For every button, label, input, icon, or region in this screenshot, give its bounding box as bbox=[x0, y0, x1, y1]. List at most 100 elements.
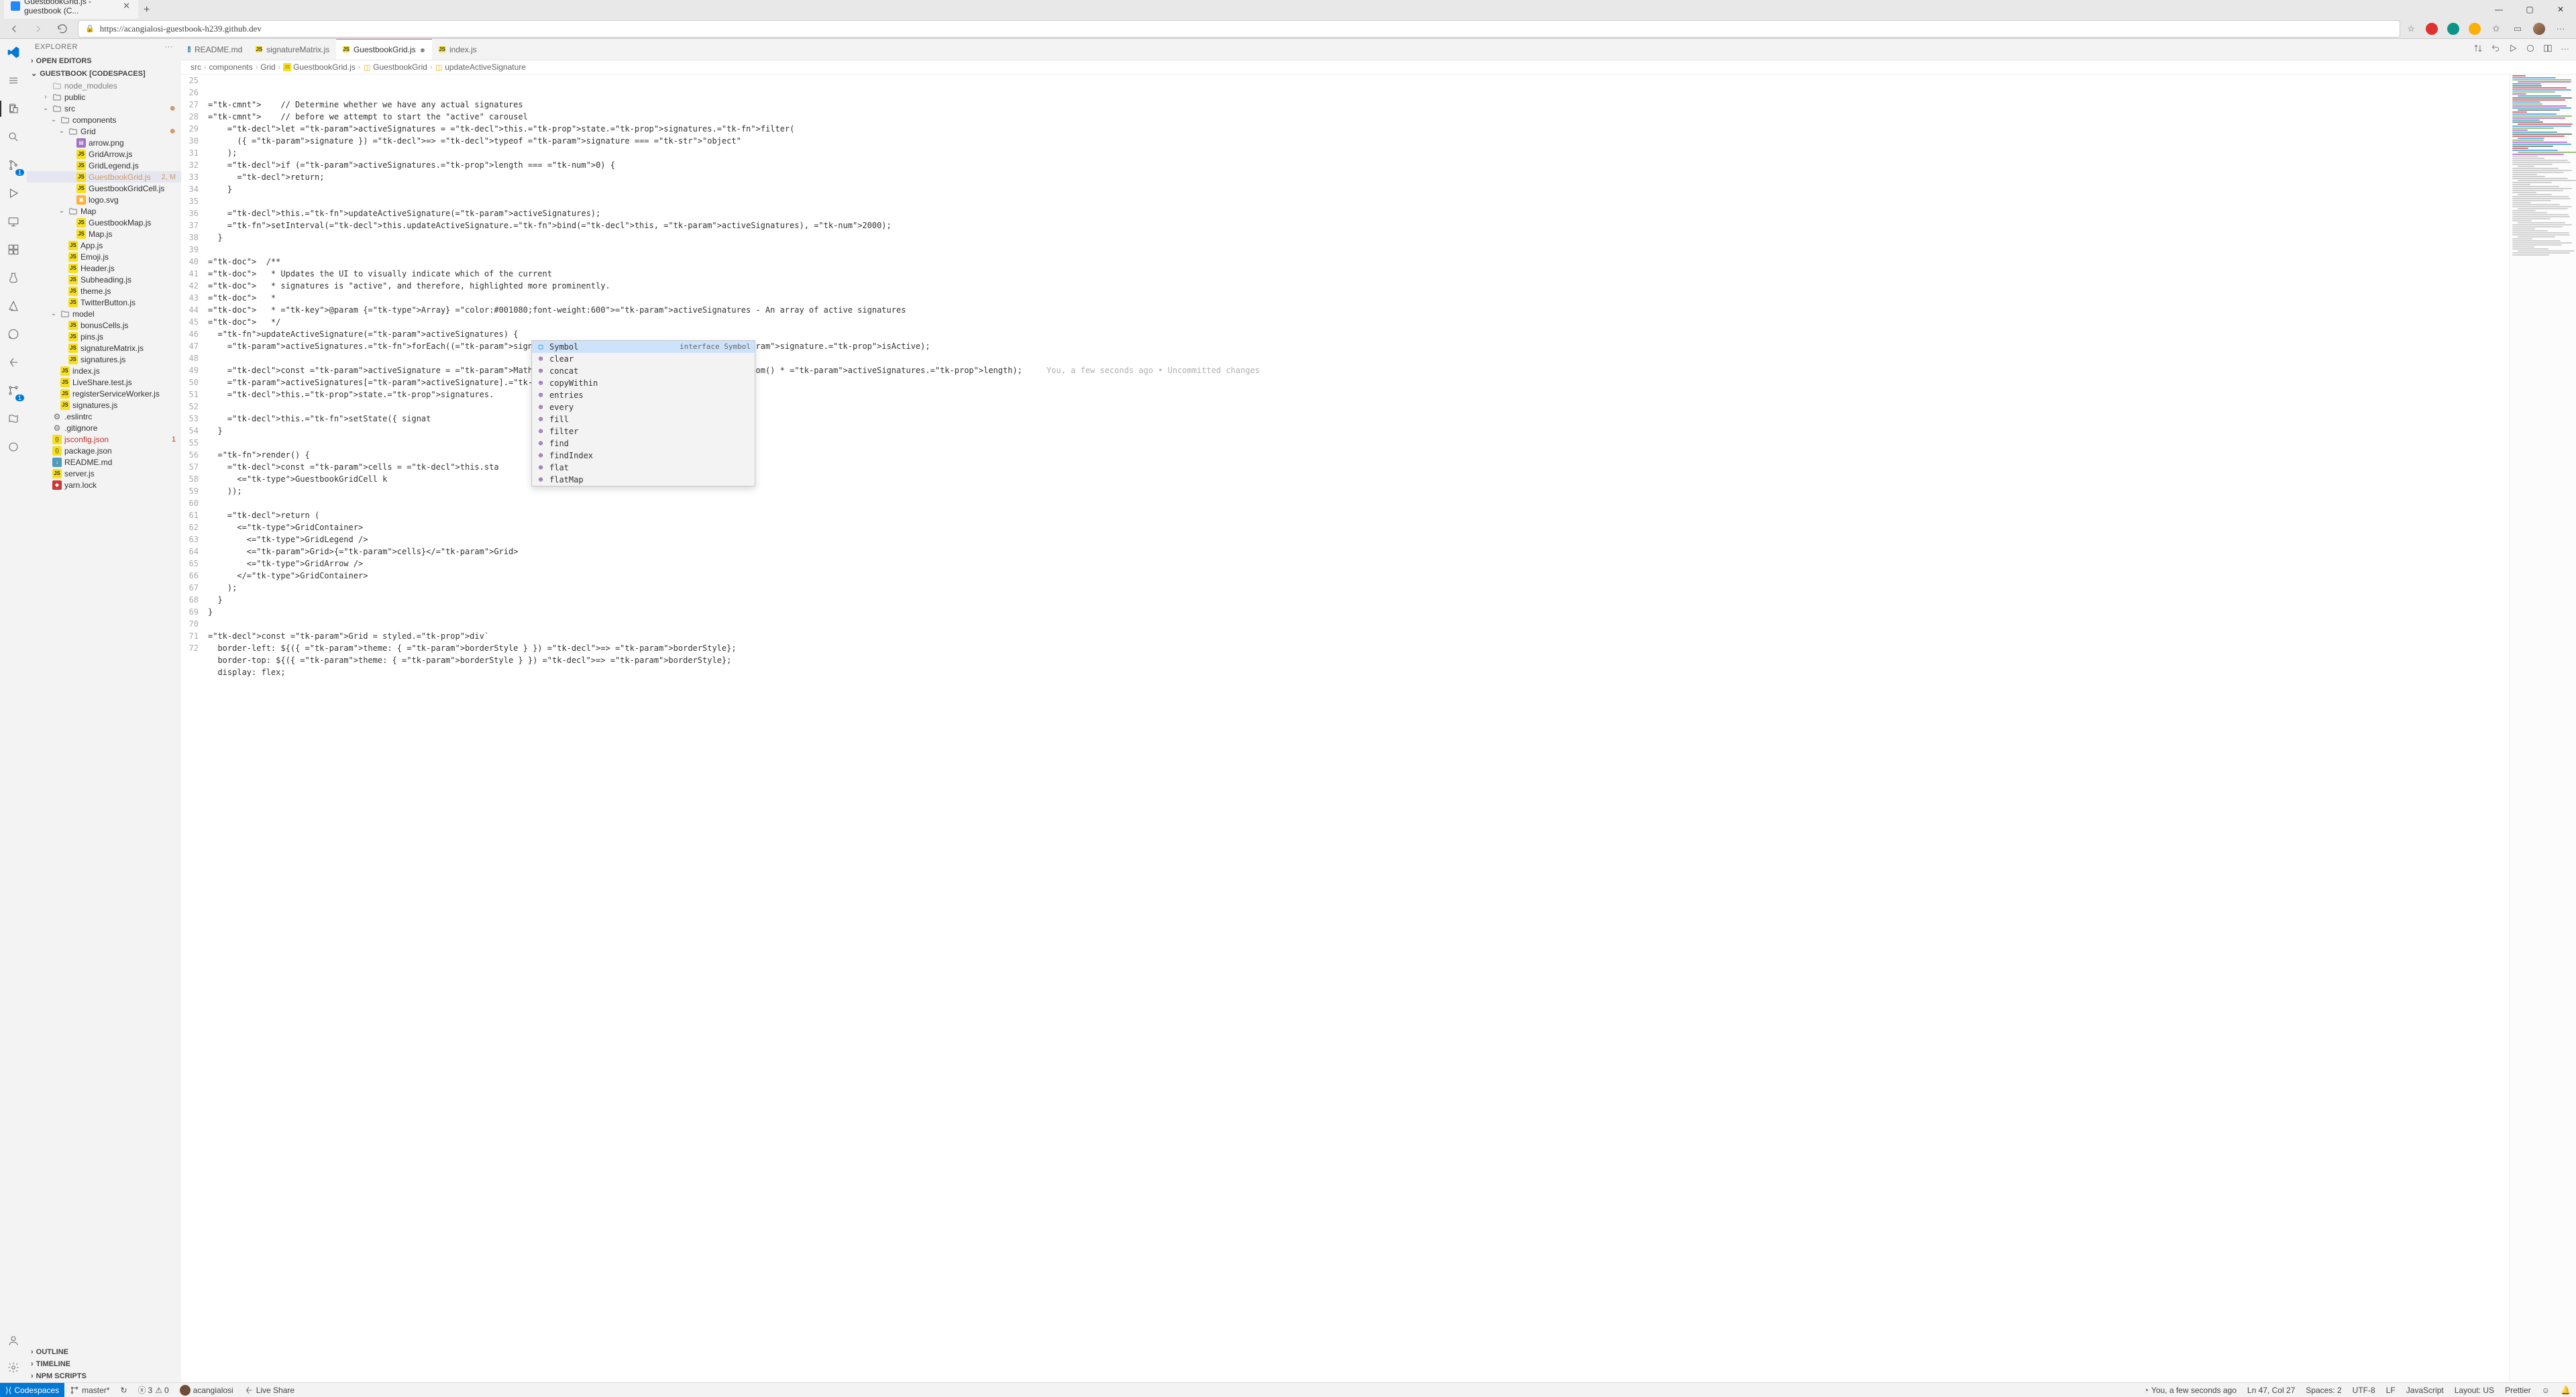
testing-icon[interactable] bbox=[5, 270, 21, 286]
code-editor[interactable]: 2526272829303132333435363738394041424344… bbox=[181, 74, 2576, 1382]
editor-tab[interactable]: JSsignatureMatrix.js bbox=[249, 39, 336, 60]
file-item[interactable]: ▣logo.svg bbox=[27, 194, 181, 205]
suggest-item[interactable]: ⊕filter bbox=[532, 425, 755, 437]
browser-tab[interactable]: GuestbookGrid.js - guestbook (C... ✕ bbox=[4, 0, 138, 19]
more-icon[interactable]: ··· bbox=[2561, 44, 2569, 55]
dirty-dot-icon[interactable]: ● bbox=[420, 44, 425, 55]
layout-indicator[interactable]: Layout: US bbox=[2449, 1386, 2500, 1395]
breadcrumbs[interactable]: src›components›Grid›JSGuestbookGrid.js›◫… bbox=[181, 60, 2576, 74]
repo-section[interactable]: ⌄ GUESTBOOK [CODESPACES] bbox=[27, 67, 181, 80]
file-item[interactable]: JSsignatureMatrix.js bbox=[27, 342, 181, 354]
extension-icon[interactable] bbox=[2469, 23, 2481, 35]
file-item[interactable]: JSApp.js bbox=[27, 240, 181, 251]
codespaces-icon[interactable] bbox=[5, 439, 21, 455]
code-content[interactable]: ="tk-cmnt"> // Determine whether we have… bbox=[208, 74, 2509, 1382]
file-item[interactable]: JSSubheading.js bbox=[27, 274, 181, 285]
folder-item[interactable]: ⌄Grid● bbox=[27, 125, 181, 137]
more-icon[interactable]: ··· bbox=[165, 43, 174, 51]
suggest-item[interactable]: ⊕flat bbox=[532, 462, 755, 474]
code-line[interactable]: <="tk-param">Grid>{="tk-param">cells}</=… bbox=[208, 546, 2509, 558]
file-item[interactable]: JSGuestbookGridCell.js bbox=[27, 183, 181, 194]
bell-icon[interactable]: 🔔 bbox=[2555, 1386, 2576, 1395]
file-item[interactable]: JSserver.js bbox=[27, 468, 181, 479]
code-line[interactable]: ="tk-fn">setInterval(="tk-decl">this.upd… bbox=[208, 219, 2509, 231]
maximize-button[interactable]: ▢ bbox=[2514, 0, 2545, 19]
code-line[interactable]: } bbox=[208, 183, 2509, 195]
code-line[interactable]: ="tk-doc"> * bbox=[208, 292, 2509, 304]
branch-badge-icon[interactable]: 1 bbox=[5, 382, 21, 399]
suggest-item[interactable]: ⊕fill bbox=[532, 413, 755, 425]
address-input[interactable]: 🔒 https://acangialosi-guestbook-h239.git… bbox=[78, 20, 2400, 38]
folder-item[interactable]: ⌄Map bbox=[27, 205, 181, 217]
file-item[interactable]: JStheme.js bbox=[27, 285, 181, 297]
search-icon[interactable] bbox=[5, 129, 21, 145]
favorites-icon[interactable]: ✩ bbox=[2490, 23, 2502, 35]
minimize-button[interactable]: — bbox=[2483, 0, 2514, 19]
file-item[interactable]: JSpins.js bbox=[27, 331, 181, 342]
folder-item[interactable]: ⌄components bbox=[27, 114, 181, 125]
folder-item[interactable]: ⌄src● bbox=[27, 103, 181, 114]
suggest-item[interactable]: ⊕every bbox=[532, 401, 755, 413]
file-item[interactable]: JSTwitterButton.js bbox=[27, 297, 181, 308]
folder-item[interactable]: ⌄model bbox=[27, 308, 181, 319]
forward-button[interactable] bbox=[30, 20, 47, 38]
problems-indicator[interactable]: ⓧ3 ⚠0 bbox=[133, 1383, 174, 1397]
indent-indicator[interactable]: Spaces: 2 bbox=[2300, 1386, 2347, 1395]
breadcrumb-segment[interactable]: components bbox=[209, 62, 252, 72]
minimap[interactable] bbox=[2509, 74, 2576, 1382]
code-line[interactable]: ="tk-cmnt"> // before we attempt to star… bbox=[208, 111, 2509, 123]
code-line[interactable]: } bbox=[208, 594, 2509, 606]
code-line[interactable]: ="tk-doc"> * Updates the UI to visually … bbox=[208, 268, 2509, 280]
file-item[interactable]: JSGuestbookMap.js bbox=[27, 217, 181, 228]
sync-button[interactable]: ↻ bbox=[115, 1383, 132, 1397]
liveshare-indicator[interactable]: Live Share bbox=[239, 1383, 300, 1397]
code-line[interactable]: } bbox=[208, 606, 2509, 618]
extension-icon[interactable] bbox=[2447, 23, 2459, 35]
refresh-button[interactable] bbox=[54, 20, 71, 38]
file-item[interactable]: ◆yarn.lock bbox=[27, 479, 181, 490]
code-line[interactable]: ); bbox=[208, 582, 2509, 594]
file-item[interactable]: ↓README.md bbox=[27, 456, 181, 468]
code-line[interactable]: <="tk-type">GridContainer> bbox=[208, 521, 2509, 533]
user-indicator[interactable]: acangialosi bbox=[174, 1383, 239, 1397]
prettier-indicator[interactable]: Prettier bbox=[2500, 1386, 2536, 1395]
code-line[interactable]: ="tk-doc"> /** bbox=[208, 256, 2509, 268]
file-item[interactable]: {}jsconfig.json1 bbox=[27, 433, 181, 445]
code-line[interactable]: ({ ="tk-param">signature }) ="tk-decl">=… bbox=[208, 135, 2509, 147]
suggest-item[interactable]: ▢Symbolinterface Symbol bbox=[532, 341, 755, 353]
suggest-item[interactable]: ⊕findIndex bbox=[532, 450, 755, 462]
file-item[interactable]: JSregisterServiceWorker.js bbox=[27, 388, 181, 399]
file-item[interactable]: JSbonusCells.js bbox=[27, 319, 181, 331]
code-line[interactable]: <="tk-type">GridArrow /> bbox=[208, 558, 2509, 570]
extensions-icon[interactable] bbox=[5, 242, 21, 258]
suggest-item[interactable]: ⊕entries bbox=[532, 389, 755, 401]
vscode-logo[interactable] bbox=[5, 44, 21, 60]
code-line[interactable]: )); bbox=[208, 485, 2509, 497]
branch-indicator[interactable]: master* bbox=[64, 1383, 115, 1397]
code-line[interactable]: display: flex; bbox=[208, 666, 2509, 678]
code-line[interactable]: ="tk-decl">return; bbox=[208, 171, 2509, 183]
suggest-item[interactable]: ⊕flatMap bbox=[532, 474, 755, 486]
code-line[interactable] bbox=[208, 497, 2509, 509]
code-line[interactable]: ="tk-fn">updateActiveSignature(="tk-para… bbox=[208, 328, 2509, 340]
code-line[interactable]: ="tk-decl">if (="tk-param">activeSignatu… bbox=[208, 159, 2509, 171]
source-control-icon[interactable]: 1 bbox=[5, 157, 21, 173]
file-item[interactable]: ⚙.eslintrc bbox=[27, 411, 181, 422]
code-line[interactable]: ); bbox=[208, 147, 2509, 159]
profile-avatar[interactable] bbox=[2533, 23, 2545, 35]
back-button[interactable] bbox=[5, 20, 23, 38]
suggest-item[interactable]: ⊕find bbox=[532, 437, 755, 450]
explorer-icon[interactable] bbox=[5, 101, 21, 117]
code-line[interactable] bbox=[208, 195, 2509, 207]
file-item[interactable]: JSGridArrow.js bbox=[27, 148, 181, 160]
compare-icon[interactable] bbox=[2473, 44, 2483, 55]
code-line[interactable] bbox=[208, 244, 2509, 256]
breadcrumb-segment[interactable]: ◫updateActiveSignature bbox=[435, 62, 526, 72]
file-item[interactable]: JSEmoji.js bbox=[27, 251, 181, 262]
code-line[interactable]: ="tk-decl">return ( bbox=[208, 509, 2509, 521]
suggest-item[interactable]: ⊕copyWithin bbox=[532, 377, 755, 389]
gear-icon[interactable] bbox=[5, 1359, 21, 1376]
breadcrumb-segment[interactable]: Grid bbox=[260, 62, 276, 72]
liveshare-tab-icon[interactable] bbox=[2526, 44, 2535, 55]
collections-icon[interactable]: ▭ bbox=[2512, 23, 2524, 35]
